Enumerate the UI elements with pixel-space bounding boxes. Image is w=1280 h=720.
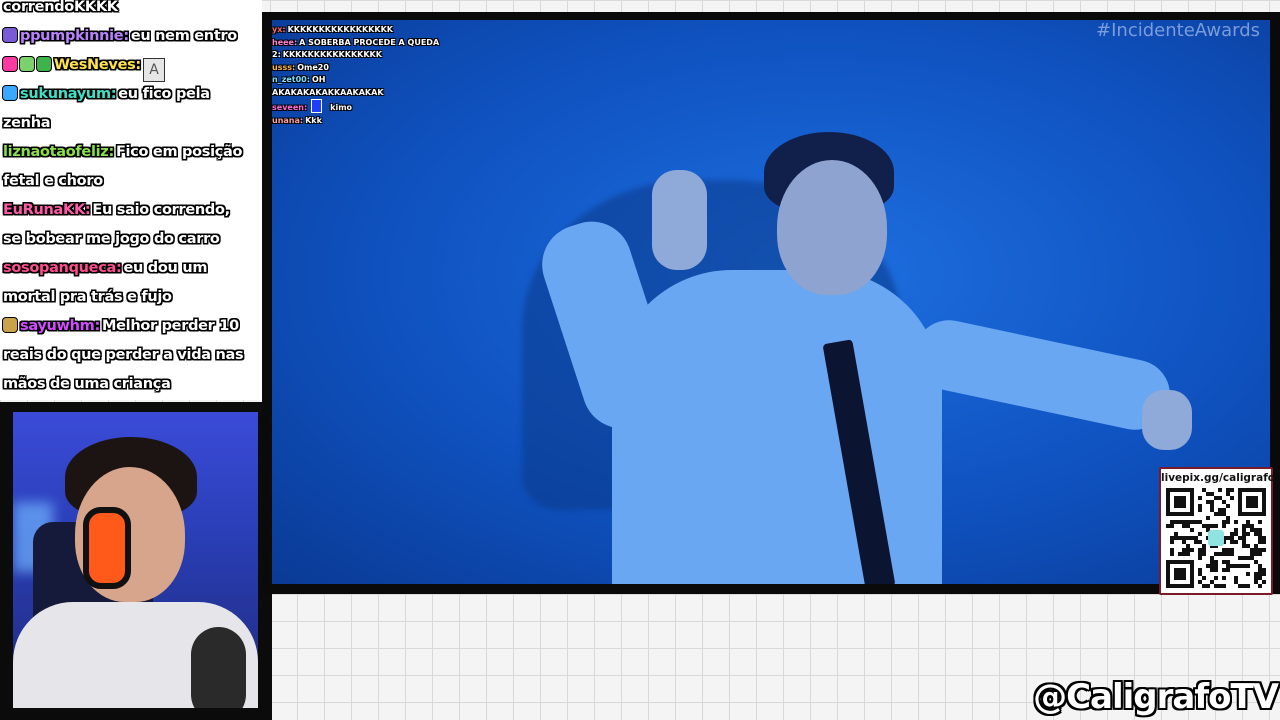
chat-text: Fico em posição [115,144,243,160]
person-shirt [612,270,942,584]
overlay-chat-username: unana: [272,115,304,125]
overlay-chat-text: KKKKKKKKKKKKKKKK [282,50,382,59]
headset-icon [83,507,131,589]
user-badge-icon [3,57,17,71]
chat-text: se bobear me jogo do carro [3,231,220,247]
user-badge-icon [3,28,17,42]
overlay-chat-text: kimo [330,103,353,112]
overlay-chat-message: heee: A SOBERBA PROCEDE A QUEDA [272,37,532,50]
chat-username[interactable]: sukunayum: [20,86,117,102]
chat-text: Melhor perder 10 [101,318,239,334]
video-player[interactable]: #IncidenteAwards yx: KKKKKKKKKKKKKKKKK hee… [272,20,1270,584]
chat-username[interactable]: liznaotaofeliz: [3,144,114,160]
overlay-chat-text: A SOBERBA PROCEDE A QUEDA [299,37,440,47]
video-overlay-chat: yx: KKKKKKKKKKKKKKKKK heee: A SOBERBA PROCE… [272,24,532,127]
overlay-chat-text: AKAKAKAKAKKAAKAKAK [272,87,384,97]
chat-text: Eu saio correndo, [92,202,230,218]
chat-message: sosopanqueca: eu dou um [3,254,258,283]
chat-text: fetal e choro [3,173,103,189]
microphone-icon [191,627,246,708]
overlay-chat-username: 2: [272,50,281,59]
chat-text: mortal pra trás e fujo [3,289,172,305]
chat-message: correndoKKKK [3,0,258,22]
overlay-chat-message: usss: Ome20 [272,62,532,75]
overlay-chat-text: Ome20 [297,62,329,72]
overlay-chat-username: yx: [272,25,286,34]
chat-message: sayuwhm: Melhor perder 10 [3,312,258,341]
chat-text: zenha [3,115,51,131]
chat-text: eu dou um [123,260,208,276]
person-face [777,160,887,295]
chat-message: mãos de uma criança [3,370,258,399]
person-right-hand [1142,390,1192,450]
chat-message: se bobear me jogo do carro [3,225,258,254]
overlay-chat-message: seveen: kimo [272,99,532,115]
webcam-frame [0,402,272,720]
channel-handle: @CaligrafoTV [1033,677,1279,717]
chat-message: reais do que perder a vida nas [3,341,258,370]
overlay-chat-username: seveen: [272,103,308,112]
chat-panel: correndoKKKK ppumpkinnie: eu nem entro WesN… [0,0,262,400]
user-badge-icon [37,57,51,71]
chat-message: sukunayum: eu fico pela [3,80,258,109]
person-right-arm [907,313,1177,437]
chat-message: WesNeves: A [3,51,258,82]
chat-emote-icon: A [142,58,165,82]
overlay-chat-text: KKKKKKKKKKKKKKKKK [287,25,393,34]
chat-text: correndoKKKK [3,0,118,15]
chat-text: eu nem entro [130,28,237,44]
chat-username[interactable]: WesNeves: [54,57,141,73]
user-badge-icon [20,57,34,71]
chat-username[interactable]: ppumpkinnie: [20,28,129,44]
chat-text: eu fico pela [118,86,210,102]
overlay-chat-message: 2: KKKKKKKKKKKKKKKK [272,49,532,62]
chat-message: EuRunaKK: Eu saio correndo, [3,196,258,225]
overlay-chat-text: Kkk [305,115,322,125]
chat-username[interactable]: sosopanqueca: [3,260,122,276]
overlay-chat-text: OH [311,75,326,84]
chat-message: liznaotaofeliz: Fico em posição [3,138,258,167]
chat-text: reais do que perder a vida nas [3,347,244,363]
video-frame: #IncidenteAwards yx: KKKKKKKKKKKKKKKKK hee… [262,12,1280,594]
chat-message: ppumpkinnie: eu nem entro [3,22,258,51]
chat-message: fetal e choro [3,167,258,196]
chat-username[interactable]: EuRunaKK: [3,202,91,218]
overlay-chat-username: usss: [272,62,296,72]
overlay-chat-username: n_zet00: [272,75,310,84]
overlay-chat-message: n_zet00: OH [272,74,532,87]
chat-username[interactable]: sayuwhm: [20,318,100,334]
video-hashtag: #IncidenteAwards [1096,20,1260,41]
overlay-emote-icon [311,99,323,113]
chat-text: mãos de uma criança [3,376,171,392]
chat-message: mortal pra trás e fujo [3,283,258,312]
overlay-chat-username: heee: [272,37,298,47]
overlay-chat-message: AKAKAKAKAKKAAKAKAK [272,87,532,100]
chat-message: zenha [3,109,258,138]
qr-code-icon [1166,488,1266,588]
overlay-chat-message: unana: Kkk [272,115,532,128]
qr-label: livepix.gg/caligrafo [1161,472,1275,484]
user-badge-icon [3,86,17,100]
overlay-chat-message: yx: KKKKKKKKKKKKKKKKK [272,24,532,37]
webcam-feed [13,412,258,708]
donation-qr-panel[interactable]: livepix.gg/caligrafo [1159,467,1275,595]
user-badge-icon [3,318,17,332]
person-left-hand [652,170,707,270]
